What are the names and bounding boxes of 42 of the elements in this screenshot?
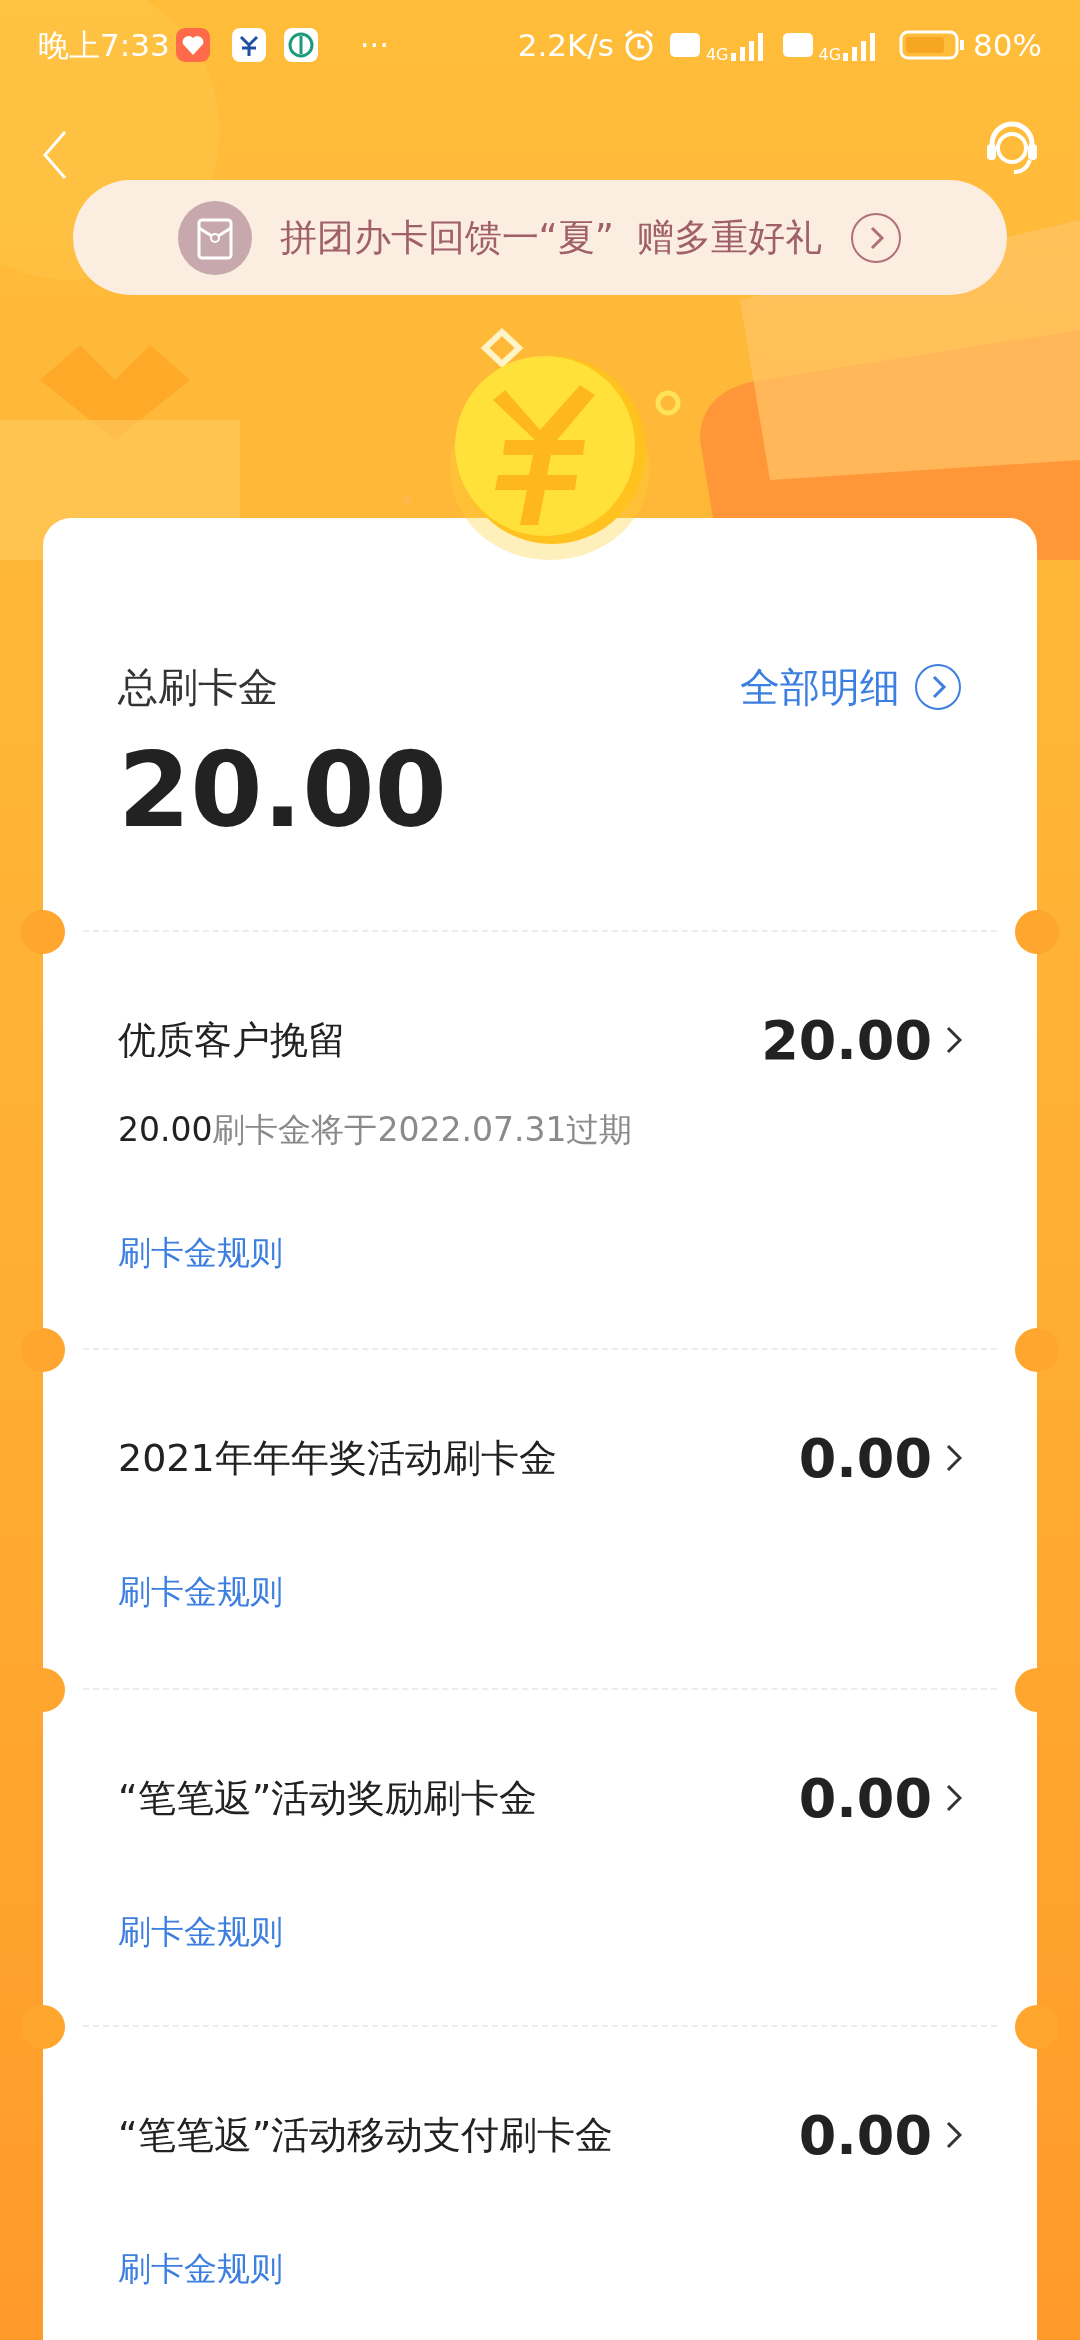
expiry-note: 刷卡金将于2022.07.31过期 <box>212 1109 633 1152</box>
ticket-notch <box>1015 1328 1059 1372</box>
details-link[interactable]: 全部明细 <box>740 657 900 717</box>
item-title: 2021年年年奖活动刷卡金 <box>118 1434 557 1482</box>
summary-title: 总刷卡金 <box>118 663 278 712</box>
chevron-right-icon[interactable] <box>946 1784 962 1812</box>
network-speed: 2.2K/s <box>517 25 614 65</box>
item-amount: 0.00 <box>798 1765 932 1832</box>
chevron-right-icon[interactable] <box>946 1026 962 1054</box>
expiry-amount: 20.00 <box>118 1109 213 1152</box>
ticket-notch <box>21 910 65 954</box>
status-time: 晚上7:33 <box>38 25 170 65</box>
bank-app-icon <box>231 28 266 62</box>
item-title: “笔笔返”活动奖励刷卡金 <box>118 1774 538 1822</box>
item-amount: 0.00 <box>798 2102 932 2169</box>
battery-icon <box>899 30 966 60</box>
rules-link[interactable]: 刷卡金规则 <box>118 1228 283 1278</box>
chevron-right-icon[interactable] <box>946 1444 962 1472</box>
chevron-right-icon[interactable] <box>946 2121 962 2149</box>
network-type: 4G <box>818 44 842 66</box>
item-title: 优质客户挽留 <box>118 1016 346 1064</box>
item-title: “笔笔返”活动移动支付刷卡金 <box>118 2111 614 2159</box>
health-app-icon <box>175 28 210 62</box>
ticket-notch <box>21 1328 65 1372</box>
item-amount: 20.00 <box>761 1007 932 1074</box>
battery-percent: 80% <box>973 25 1042 65</box>
rules-link[interactable]: 刷卡金规则 <box>118 1567 283 1617</box>
more-notifications: ··· <box>359 25 390 65</box>
promo-banner[interactable]: 拼团办卡回馈一“夏” 赠多重好礼 <box>73 180 1007 295</box>
chevron-circle-icon[interactable] <box>850 211 903 264</box>
banner-text: 拼团办卡回馈一“夏” 赠多重好礼 <box>279 214 823 261</box>
ticket-notch <box>21 2005 65 2049</box>
chevron-circle-icon[interactable] <box>914 663 962 711</box>
ticket-notch <box>1015 2005 1059 2049</box>
envelope-icon <box>177 200 252 275</box>
ticket-notch <box>1015 910 1059 954</box>
rules-link[interactable]: 刷卡金规则 <box>118 2244 283 2294</box>
rules-link[interactable]: 刷卡金规则 <box>118 1907 283 1957</box>
total-amount: 20.00 <box>118 738 448 842</box>
network-type: 4G <box>705 44 729 66</box>
item-amount: 0.00 <box>798 1425 932 1492</box>
bank-app-icon <box>283 28 318 62</box>
